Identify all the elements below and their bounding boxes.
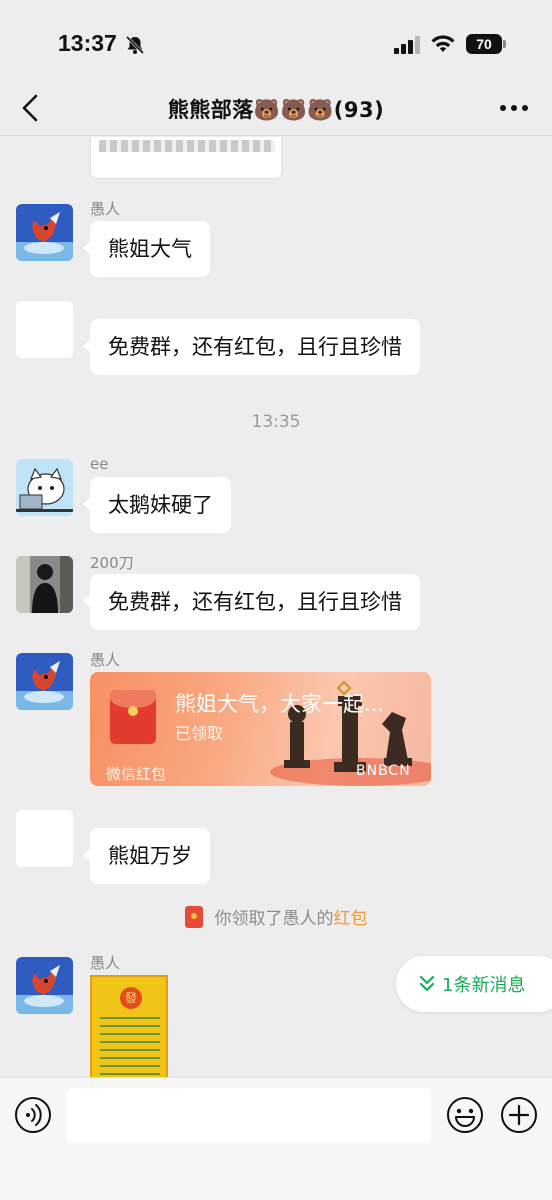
sender-name: 200刀	[90, 554, 134, 572]
bell-muted-icon	[125, 35, 145, 55]
envelope-seal	[128, 706, 138, 716]
signal-icon	[394, 36, 420, 54]
voice-icon[interactable]	[14, 1096, 52, 1134]
system-message: 你领取了愚人的红包	[0, 904, 552, 929]
avatar[interactable]	[16, 556, 73, 613]
double-chevron-down-icon	[419, 975, 435, 992]
avatar[interactable]	[16, 301, 73, 358]
input-bar	[0, 1077, 552, 1200]
red-packet-link[interactable]: 红包	[334, 909, 368, 929]
red-fox-avatar-icon	[16, 204, 73, 261]
sender-name: 愚人	[90, 200, 121, 218]
emoji-icon[interactable]	[446, 1096, 484, 1134]
wifi-icon	[431, 35, 455, 52]
red-packet-card[interactable]: 熊姐大气，大家一起... 已领取 微信红包 BNBCN	[90, 672, 431, 786]
red-envelope-icon	[110, 690, 156, 744]
sender-name: 愚人	[90, 651, 121, 669]
sender-name: 愚人	[90, 954, 121, 972]
message-bubble[interactable]: 免费群，还有红包，且行且珍惜	[83, 319, 420, 375]
red-fox-avatar-icon	[16, 957, 73, 1014]
previous-card-message[interactable]	[90, 137, 282, 179]
avatar[interactable]	[16, 957, 73, 1014]
red-fox-avatar-icon	[16, 653, 73, 710]
red-packet-footer: 微信红包	[106, 765, 167, 783]
message-bubble[interactable]: 熊姐大气	[83, 221, 210, 277]
avatar[interactable]	[16, 653, 73, 710]
message-bubble[interactable]: 太鹅妹硬了	[83, 477, 231, 533]
red-packet-title: 熊姐大气，大家一起...	[175, 692, 385, 716]
poster-glyph: 發	[120, 987, 142, 1009]
avatar[interactable]	[16, 459, 73, 516]
system-message-text: 你领取了愚人的	[214, 909, 334, 929]
new-messages-label: 1条新消息	[442, 975, 526, 996]
blurred-text	[99, 140, 275, 152]
poster-pattern	[100, 1015, 160, 1075]
time-separator: 13:35	[251, 412, 301, 432]
sender-name: ee	[90, 455, 109, 473]
red-packet-status: 已领取	[175, 724, 224, 743]
chat-title: 熊熊部落🐻🐻🐻(93)	[167, 98, 385, 122]
image-message[interactable]: 發	[90, 975, 168, 1077]
cat-laptop-avatar-icon	[16, 459, 73, 516]
plus-icon[interactable]	[500, 1096, 538, 1134]
avatar[interactable]	[16, 204, 73, 261]
new-messages-button[interactable]: 1条新消息	[396, 956, 552, 1012]
status-bar: 13:37 70	[0, 0, 552, 88]
red-envelope-icon	[184, 906, 203, 928]
message-bubble[interactable]: 熊姐万岁	[83, 828, 210, 884]
nav-bar: 熊熊部落🐻🐻🐻(93)	[0, 80, 552, 136]
message-bubble[interactable]: 免费群，还有红包，且行且珍惜	[83, 574, 420, 630]
man-dark-avatar-icon	[16, 556, 73, 613]
red-packet-brand: BNBCN	[356, 763, 411, 779]
message-input[interactable]	[66, 1088, 431, 1143]
battery-cap	[503, 40, 506, 48]
status-time: 13:37	[58, 30, 117, 56]
avatar[interactable]	[16, 810, 73, 867]
battery-icon: 70	[466, 34, 502, 54]
chat-area[interactable]: 愚人 熊姐大气 免费群，还有红包，且行且珍惜 13:35 ee 太鹅妹硬了 20…	[0, 137, 552, 1077]
more-button[interactable]	[496, 94, 532, 122]
